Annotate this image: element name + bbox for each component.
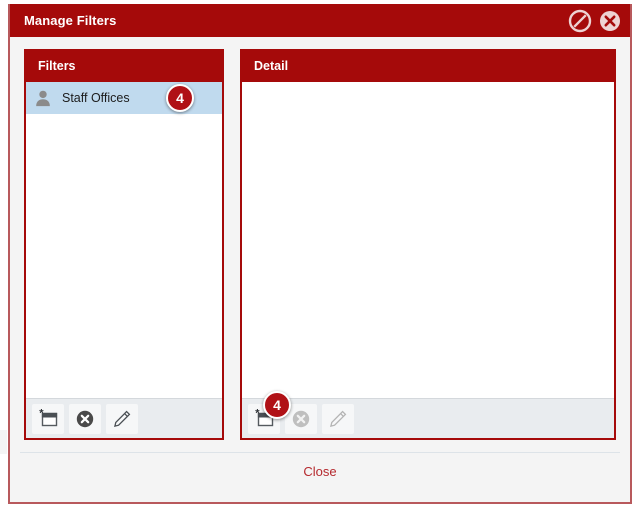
new-window-icon: * bbox=[39, 408, 58, 426]
new-window-icon: * bbox=[255, 408, 274, 426]
dialog-title: Manage Filters bbox=[24, 13, 117, 28]
detail-panel-header: Detail bbox=[242, 51, 614, 82]
close-icon[interactable] bbox=[598, 9, 622, 33]
delete-circle-icon bbox=[76, 410, 94, 427]
new-filter-button[interactable]: * bbox=[32, 403, 64, 434]
pencil-icon bbox=[330, 410, 347, 427]
manage-filters-dialog: Manage Filters Filters Staff Offices 4 *… bbox=[8, 4, 632, 504]
filters-list: Staff Offices 4 bbox=[26, 82, 222, 398]
dialog-footer: Close bbox=[10, 440, 630, 502]
filters-toolbar: * bbox=[26, 398, 222, 438]
dialog-titlebar: Manage Filters bbox=[10, 4, 630, 37]
detail-toolbar: * 4 bbox=[242, 390, 614, 438]
close-button[interactable]: Close bbox=[287, 458, 352, 485]
new-detail-button[interactable]: * 4 bbox=[248, 390, 291, 434]
list-item-label: Staff Offices bbox=[62, 91, 130, 105]
pencil-icon bbox=[114, 410, 131, 427]
detail-list bbox=[242, 82, 614, 398]
filters-panel: Filters Staff Offices 4 * bbox=[24, 49, 224, 440]
background-strip bbox=[0, 430, 7, 454]
footer-divider bbox=[20, 452, 620, 453]
edit-detail-button bbox=[322, 403, 354, 434]
user-icon bbox=[36, 90, 50, 107]
titlebar-actions bbox=[568, 9, 622, 33]
detail-panel: Detail * 4 bbox=[240, 49, 616, 440]
delete-filter-button[interactable] bbox=[69, 403, 101, 434]
svg-text:*: * bbox=[255, 408, 260, 420]
delete-circle-icon bbox=[292, 410, 310, 427]
page-background-text bbox=[0, 502, 640, 508]
dialog-body: Filters Staff Offices 4 * Detail * 4 bbox=[10, 37, 630, 440]
block-icon[interactable] bbox=[568, 9, 592, 33]
svg-text:*: * bbox=[39, 408, 44, 420]
filters-panel-header: Filters bbox=[26, 51, 222, 82]
edit-filter-button[interactable] bbox=[106, 403, 138, 434]
delete-detail-button bbox=[285, 403, 317, 434]
list-item[interactable]: Staff Offices 4 bbox=[26, 82, 222, 114]
